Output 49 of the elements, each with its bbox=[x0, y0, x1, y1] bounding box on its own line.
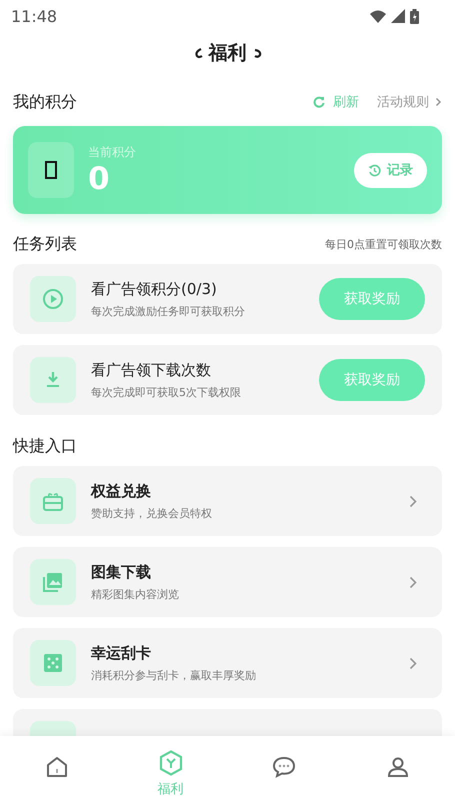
shortcut-subtitle: 赞助支持，兑换会员特权 bbox=[91, 506, 213, 520]
dice-icon bbox=[44, 654, 62, 672]
download-icon bbox=[45, 371, 61, 389]
shortcut-item[interactable]: 幸运刮卡 消耗积分参与刮卡，赢取丰厚奖励 bbox=[13, 628, 442, 698]
shortcut-subtitle: 消耗积分参与刮卡，赢取丰厚奖励 bbox=[91, 668, 257, 682]
reward-button[interactable]: 获取奖励 bbox=[319, 359, 425, 401]
shortcut-title: 权益兑换 bbox=[91, 482, 152, 500]
rules-link[interactable]: 活动规则 bbox=[377, 93, 442, 111]
task-title: 看广告领下载次数 bbox=[91, 360, 212, 380]
points-label: 当前积分 bbox=[88, 144, 136, 160]
section-note: 每日0点重置可领取次数 bbox=[325, 236, 442, 252]
swirl-icon bbox=[252, 47, 262, 59]
section-title: 任务列表 bbox=[13, 234, 77, 254]
refresh-link[interactable]: 刷新 bbox=[313, 93, 359, 111]
chevron-right-icon bbox=[409, 494, 417, 508]
play-icon bbox=[42, 288, 64, 310]
history-icon bbox=[368, 164, 381, 176]
swirl-icon bbox=[194, 47, 202, 59]
chevron-right-icon bbox=[435, 97, 442, 107]
user-icon bbox=[387, 756, 410, 778]
home-icon bbox=[46, 756, 68, 778]
shortcut-title: 图集下载 bbox=[91, 562, 152, 582]
record-button[interactable]: 记录 bbox=[354, 152, 427, 188]
shortcut-item[interactable]: 权益兑换 赞助支持，兑换会员特权 bbox=[13, 466, 442, 536]
task-subtitle: 每次完成即可获取5次下载权限 bbox=[91, 384, 242, 400]
gift-icon bbox=[42, 491, 64, 511]
signal-icon bbox=[391, 9, 405, 23]
status-time: 11:48 bbox=[11, 6, 58, 26]
points-value: 0 bbox=[88, 160, 111, 196]
hexagon-icon bbox=[158, 750, 183, 776]
chevron-right-icon bbox=[409, 576, 417, 588]
task-subtitle: 每次完成激励任务即可获取积分 bbox=[91, 304, 246, 318]
points-icon bbox=[28, 142, 74, 198]
page-title: 福利 bbox=[208, 41, 246, 66]
nav-label: 福利 bbox=[158, 781, 184, 798]
chat-icon bbox=[272, 756, 296, 778]
nav-tab[interactable]: 福利 bbox=[114, 736, 228, 809]
reward-button[interactable]: 获取奖励 bbox=[319, 278, 425, 320]
shortcut-title: 幸运刮卡 bbox=[91, 644, 152, 662]
refresh-icon bbox=[313, 96, 325, 108]
section-title: 快捷入口 bbox=[13, 436, 77, 456]
section-title: 我的积分 bbox=[13, 92, 77, 112]
wifi-icon bbox=[370, 10, 386, 22]
battery-icon bbox=[410, 8, 419, 24]
shortcut-item[interactable]: 图集下载 精彩图集内容浏览 bbox=[13, 547, 442, 617]
shortcut-subtitle: 精彩图集内容浏览 bbox=[91, 586, 180, 602]
chevron-right-icon bbox=[409, 656, 417, 670]
task-title: 看广告领积分(0/3) bbox=[91, 280, 218, 298]
gallery-icon bbox=[42, 571, 64, 593]
